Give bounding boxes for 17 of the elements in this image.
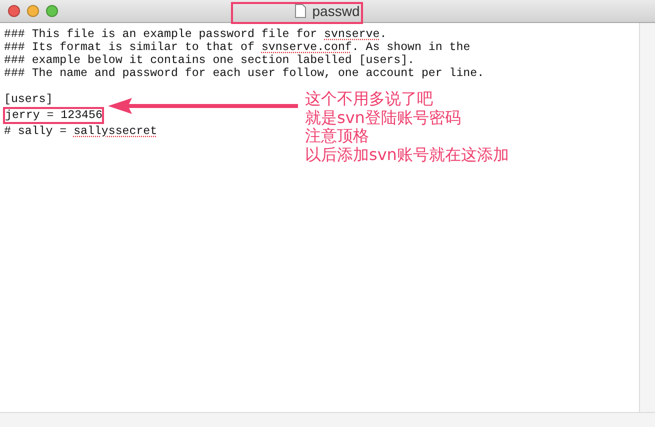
close-button[interactable] bbox=[8, 5, 20, 17]
code-line: ### example below it contains one section labelled [users]. bbox=[4, 54, 414, 67]
code-line: ### This file is an example password file for svnserve. bbox=[4, 28, 387, 41]
code-line: ### The name and password for each user follow, one account per line. bbox=[4, 67, 484, 80]
annotation-text: 这个不用多说了吧 bbox=[305, 90, 434, 108]
document-icon bbox=[295, 4, 306, 18]
annotation-text: 以后添加svn账号就在这添加 bbox=[305, 146, 509, 164]
code-line: jerry = 123456 bbox=[5, 109, 102, 122]
code-line: [users] bbox=[4, 93, 53, 106]
annotation-text: 就是svn登陆账号密码 bbox=[305, 108, 462, 127]
zoom-button[interactable] bbox=[46, 5, 58, 17]
code-line: # sally = sallyssecret bbox=[4, 125, 158, 138]
code-line: ### Its format is similar to that of svnserve.conf. As shown in the bbox=[4, 41, 470, 54]
minimize-button[interactable] bbox=[27, 5, 39, 17]
annotation-text: 注意顶格 bbox=[305, 127, 370, 146]
text-editor[interactable] bbox=[0, 23, 639, 412]
window-title: passwd bbox=[312, 3, 360, 19]
